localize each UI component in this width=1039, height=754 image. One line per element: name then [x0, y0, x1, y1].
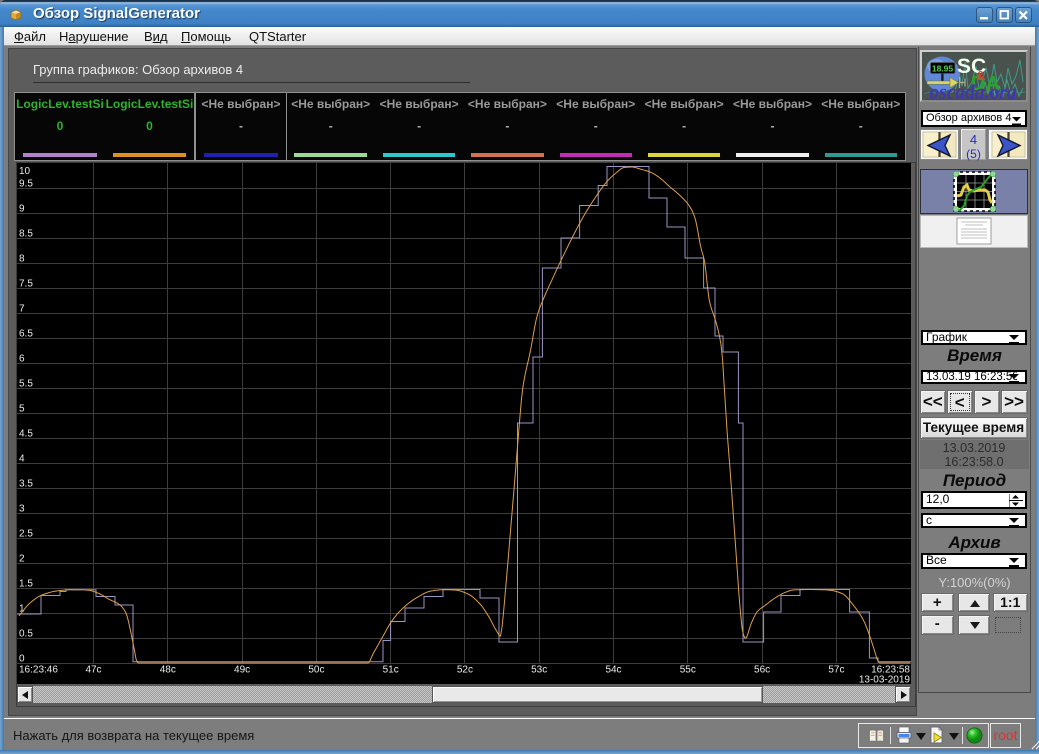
svg-text:50с: 50с: [308, 665, 324, 676]
svg-text:&: &: [976, 68, 985, 83]
svg-text:5.5: 5.5: [19, 379, 33, 390]
svg-text:oscada.org: oscada.org: [929, 83, 1016, 101]
svg-text:16:23:46: 16:23:46: [19, 665, 58, 676]
svg-text:7: 7: [19, 304, 25, 315]
svg-text:18.95: 18.95: [932, 63, 954, 73]
svg-text:0: 0: [19, 654, 25, 665]
svg-text:6.5: 6.5: [19, 329, 33, 340]
svg-text:8: 8: [19, 254, 25, 265]
svg-text:57с: 57с: [828, 665, 844, 676]
svg-text:13-03-2019: 13-03-2019: [859, 675, 911, 685]
svg-text:4: 4: [19, 454, 25, 465]
svg-text:51с: 51с: [383, 665, 399, 676]
svg-text:9: 9: [19, 204, 25, 215]
svg-text:0.5: 0.5: [19, 629, 33, 640]
svg-text:5: 5: [19, 404, 25, 415]
svg-text:3.5: 3.5: [19, 479, 33, 490]
svg-text:53с: 53с: [531, 665, 547, 676]
svg-text:49с: 49с: [234, 665, 250, 676]
svg-text:1.5: 1.5: [19, 579, 33, 590]
svg-text:10: 10: [19, 166, 31, 177]
svg-text:8.5: 8.5: [19, 229, 33, 240]
svg-text:6: 6: [19, 354, 25, 365]
svg-text:48с: 48с: [160, 665, 176, 676]
svg-text:47с: 47с: [85, 665, 101, 676]
svg-text:2.5: 2.5: [19, 529, 33, 540]
svg-text:55с: 55с: [680, 665, 696, 676]
svg-text:4.5: 4.5: [19, 429, 33, 440]
svg-text:3: 3: [19, 504, 25, 515]
svg-text:56с: 56с: [754, 665, 770, 676]
svg-text:9.5: 9.5: [19, 179, 33, 190]
svg-text:7.5: 7.5: [19, 279, 33, 290]
svg-text:54с: 54с: [605, 665, 621, 676]
svg-text:2: 2: [19, 554, 25, 565]
svg-text:52с: 52с: [457, 665, 473, 676]
